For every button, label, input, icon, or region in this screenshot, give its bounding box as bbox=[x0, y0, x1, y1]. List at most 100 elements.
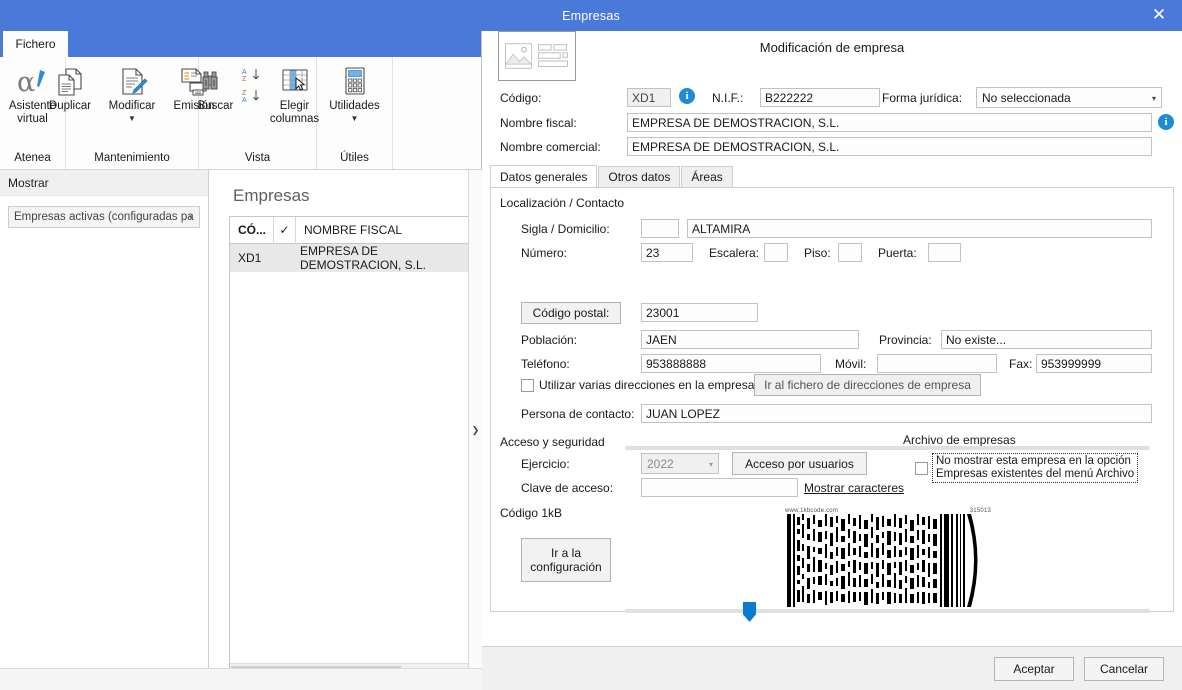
acceso-por-usuarios-button[interactable]: Acceso por usuarios bbox=[732, 452, 867, 475]
movil-label: Móvil: bbox=[835, 357, 867, 371]
varias-direcciones-label: Utilizar varias direcciones en la empres… bbox=[539, 378, 755, 392]
puerta-label: Puerta: bbox=[878, 246, 917, 260]
sort-buttons: A Z Z A bbox=[242, 59, 264, 107]
provincia-field[interactable]: No existe... bbox=[941, 330, 1152, 349]
preview-slider-track[interactable] bbox=[625, 609, 1150, 613]
tab-otros-datos[interactable]: Otros datos bbox=[598, 166, 681, 187]
sigla-domicilio-label: Sigla / Domicilio: bbox=[521, 222, 610, 236]
close-icon[interactable]: ✕ bbox=[1136, 0, 1182, 31]
codigo-postal-field[interactable]: 23001 bbox=[641, 303, 758, 322]
numero-field[interactable]: 23 bbox=[641, 243, 693, 262]
sort-za-icon[interactable]: Z A bbox=[242, 88, 264, 107]
ribbon-group-label-atenea: Atenea bbox=[14, 152, 51, 164]
no-mostrar-empresa-checkbox[interactable] bbox=[915, 461, 928, 475]
forma-juridica-select[interactable]: No seleccionada ▾ bbox=[976, 87, 1162, 108]
cell-nombre-fiscal: EMPRESA DE DEMOSTRACION, S.L. bbox=[300, 244, 427, 272]
zoom-slider-track[interactable] bbox=[625, 446, 1150, 450]
ribbon-button-modificar[interactable]: Modificar ▼ bbox=[101, 59, 163, 123]
localizacion-section-label: Localización / Contacto bbox=[500, 196, 625, 210]
window-titlebar: Empresas ✕ bbox=[0, 0, 1182, 31]
varias-direcciones-checkbox[interactable] bbox=[521, 378, 534, 392]
cancel-button[interactable]: Cancelar bbox=[1084, 656, 1164, 681]
no-mostrar-line2: Empresas existentes del menú Archivo bbox=[936, 468, 1135, 480]
ribbon-button-label: Elegir columnas bbox=[269, 100, 320, 125]
codigo-info-icon[interactable]: i bbox=[679, 88, 695, 104]
chevron-down-icon[interactable]: ▼ bbox=[351, 114, 359, 123]
codigo-1kb-label: Código 1kB bbox=[500, 506, 563, 520]
cell-codigo: XD1 bbox=[238, 251, 262, 265]
poblacion-label: Población: bbox=[521, 333, 578, 347]
window-title: Empresas bbox=[562, 8, 620, 23]
persona-contacto-label: Persona de contacto: bbox=[521, 407, 635, 421]
ribbon-button-label: Utilidades bbox=[329, 100, 380, 112]
nombre-fiscal-info-icon[interactable]: i bbox=[1158, 114, 1174, 130]
sort-az-icon[interactable]: A Z bbox=[242, 67, 264, 86]
empresas-filter-select[interactable]: Empresas activas (configuradas pa ▾ bbox=[8, 206, 200, 228]
svg-text:α: α bbox=[17, 67, 35, 97]
archivo-empresas-section-label: Archivo de empresas bbox=[903, 433, 1016, 447]
ir-a-configuracion-button[interactable]: Ir a la configuración bbox=[521, 538, 611, 582]
ejercicio-value: 2022 bbox=[647, 457, 674, 471]
ribbon-tabstrip: Fichero bbox=[0, 31, 481, 57]
ribbon-group-label-mantenimiento: Mantenimiento bbox=[94, 152, 170, 164]
ribbon-button-label: Modificar bbox=[108, 100, 156, 112]
mostrar-caracteres-link[interactable]: Mostrar caracteres bbox=[804, 481, 904, 495]
codigo-field[interactable]: XD1 bbox=[627, 88, 671, 107]
telefono-field[interactable]: 953888888 bbox=[641, 354, 821, 373]
movil-field[interactable] bbox=[877, 354, 997, 373]
puerta-field[interactable] bbox=[928, 243, 961, 262]
piso-label: Piso: bbox=[804, 246, 831, 260]
codigo-postal-button[interactable]: Código postal: bbox=[521, 302, 621, 324]
choose-columns-grid-icon bbox=[279, 64, 311, 100]
tab-datos-generales[interactable]: Datos generales bbox=[490, 165, 598, 187]
tab-areas[interactable]: Áreas bbox=[681, 166, 733, 187]
ribbon-group-utiles: Utilidades ▼ Útiles bbox=[317, 57, 393, 169]
empresa-form: Modificación de empresa Código: XD1 i N.… bbox=[482, 31, 1182, 690]
ribbon-button-buscar[interactable]: Buscar bbox=[190, 59, 242, 113]
ribbon-group-spacer bbox=[393, 57, 481, 169]
forma-juridica-value: No seleccionada bbox=[982, 91, 1071, 105]
preview-slider-thumb[interactable] bbox=[743, 602, 756, 622]
ribbon-button-utilidades[interactable]: Utilidades ▼ bbox=[320, 59, 390, 123]
escalera-field[interactable] bbox=[764, 243, 788, 262]
clave-acceso-field[interactable] bbox=[641, 478, 798, 497]
chevron-down-icon[interactable]: ▼ bbox=[128, 114, 136, 123]
forma-juridica-label: Forma jurídica: bbox=[882, 91, 963, 105]
sigla-field[interactable] bbox=[641, 219, 679, 238]
accept-button[interactable]: Aceptar bbox=[994, 656, 1074, 681]
ir-configuracion-line1: Ir a la bbox=[550, 546, 581, 560]
nif-field[interactable]: B222222 bbox=[760, 88, 880, 107]
ir-configuracion-line2: configuración bbox=[530, 560, 602, 574]
form-header: Modificación de empresa bbox=[482, 31, 1182, 88]
ir-fichero-direcciones-button[interactable]: Ir al fichero de direcciones de empresa bbox=[754, 374, 981, 396]
empresas-filter-value: Empresas activas (configuradas pa bbox=[14, 211, 194, 223]
grid-header-row: CÓ... ✓ NOMBRE FISCAL bbox=[230, 217, 481, 244]
mostrar-header: Mostrar bbox=[0, 170, 208, 196]
barcode-image bbox=[785, 514, 991, 607]
column-header-check[interactable]: ✓ bbox=[274, 217, 296, 243]
fax-field[interactable]: 953999999 bbox=[1036, 354, 1152, 373]
domicilio-field[interactable]: ALTAMIRA bbox=[687, 219, 1152, 238]
mostrar-panel: Mostrar Empresas activas (configuradas p… bbox=[0, 170, 209, 690]
poblacion-field[interactable]: JAEN bbox=[641, 330, 859, 349]
nombre-fiscal-field[interactable]: EMPRESA DE DEMOSTRACION, S.L. bbox=[627, 113, 1152, 132]
column-header-codigo[interactable]: CÓ... bbox=[230, 217, 274, 243]
piso-field[interactable] bbox=[838, 243, 862, 262]
svg-text:Z: Z bbox=[242, 90, 247, 97]
codigo-label: Código: bbox=[500, 91, 542, 105]
panel-expand-chevron-icon[interactable]: ❯ bbox=[468, 170, 482, 690]
empresas-grid: CÓ... ✓ NOMBRE FISCAL XD1 EMPRESA DE DEM… bbox=[229, 216, 481, 678]
table-row[interactable]: XD1 EMPRESA DE DEMOSTRACION, S.L. bbox=[230, 244, 481, 272]
column-header-nombre-fiscal[interactable]: NOMBRE FISCAL bbox=[296, 217, 481, 243]
ejercicio-select[interactable]: 2022 ▾ bbox=[641, 453, 719, 474]
ribbon-button-label: Duplicar bbox=[48, 100, 92, 112]
nombre-comercial-field[interactable]: EMPRESA DE DEMOSTRACION, S.L. bbox=[627, 137, 1152, 156]
provincia-label: Provincia: bbox=[879, 333, 932, 347]
chevron-down-icon: ▾ bbox=[188, 212, 193, 222]
ribbon-button-duplicar[interactable]: Duplicar bbox=[39, 59, 101, 113]
chevron-down-icon: ▾ bbox=[1151, 94, 1156, 103]
persona-contacto-field[interactable]: JUAN LOPEZ bbox=[641, 404, 1152, 423]
telefono-label: Teléfono: bbox=[521, 357, 570, 371]
no-mostrar-empresa-label: No mostrar esta empresa en la opción Emp… bbox=[932, 453, 1139, 483]
ribbon-tab-fichero[interactable]: Fichero bbox=[3, 31, 68, 57]
